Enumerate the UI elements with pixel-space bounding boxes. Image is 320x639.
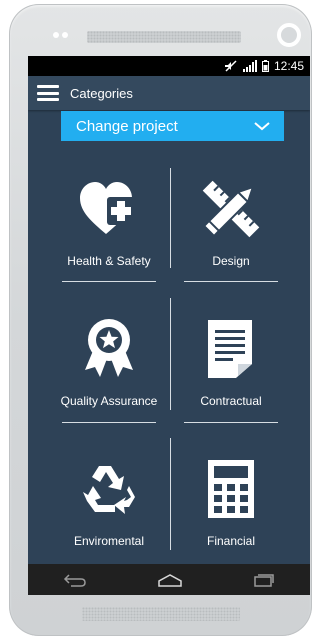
award-ribbon-icon: [74, 314, 144, 384]
change-project-dropdown[interactable]: Change project: [61, 111, 284, 141]
system-nav-bar: [28, 564, 310, 595]
category-grid: Health & Safety Design Quality Assurance…: [28, 156, 310, 564]
battery-icon: [261, 60, 269, 72]
page-title: Categories: [70, 85, 133, 101]
recycle-icon: [74, 454, 144, 524]
divider: [62, 281, 156, 282]
recent-apps-button[interactable]: [253, 573, 275, 587]
category-design[interactable]: Design: [171, 166, 291, 276]
status-time: 12:45: [273, 59, 304, 73]
app-bar: Categories: [28, 76, 310, 110]
calculator-icon: [196, 454, 266, 524]
category-label: Health & Safety: [67, 254, 151, 268]
category-contractual[interactable]: Contractual: [171, 306, 291, 416]
status-bar: 12:45: [28, 56, 310, 76]
home-button[interactable]: [157, 573, 183, 587]
bottom-speaker-grille: [82, 607, 240, 621]
category-label: Enviromental: [73, 534, 145, 548]
home-icon: [158, 573, 182, 587]
chevron-down-icon: [254, 119, 270, 136]
document-icon: [196, 314, 266, 384]
category-label: Financial: [206, 534, 256, 548]
recent-apps-icon: [254, 573, 274, 587]
signal-icon: [242, 60, 257, 72]
category-label: Contractual: [200, 394, 262, 408]
sensor-dots: [53, 32, 68, 38]
divider: [184, 281, 278, 282]
dropdown-label: Change project: [76, 117, 178, 135]
category-label: Quality Assurance: [60, 394, 158, 408]
pencil-ruler-icon: [196, 174, 266, 244]
mute-icon: [224, 60, 238, 72]
category-financial[interactable]: Financial: [171, 446, 291, 556]
phone-screen: 12:45 Categories Change project Health &…: [28, 56, 310, 595]
back-button[interactable]: [63, 573, 87, 587]
heart-plus-icon: [74, 174, 144, 244]
divider: [184, 422, 278, 423]
menu-icon[interactable]: [37, 85, 59, 101]
back-icon: [63, 573, 86, 587]
front-camera: [277, 23, 301, 47]
category-label: Design: [212, 254, 250, 268]
top-speaker-grille: [87, 31, 241, 43]
category-quality-assurance[interactable]: Quality Assurance: [49, 306, 169, 416]
category-enviromental[interactable]: Enviromental: [49, 446, 169, 556]
category-health-safety[interactable]: Health & Safety: [49, 166, 169, 276]
divider: [62, 422, 156, 423]
